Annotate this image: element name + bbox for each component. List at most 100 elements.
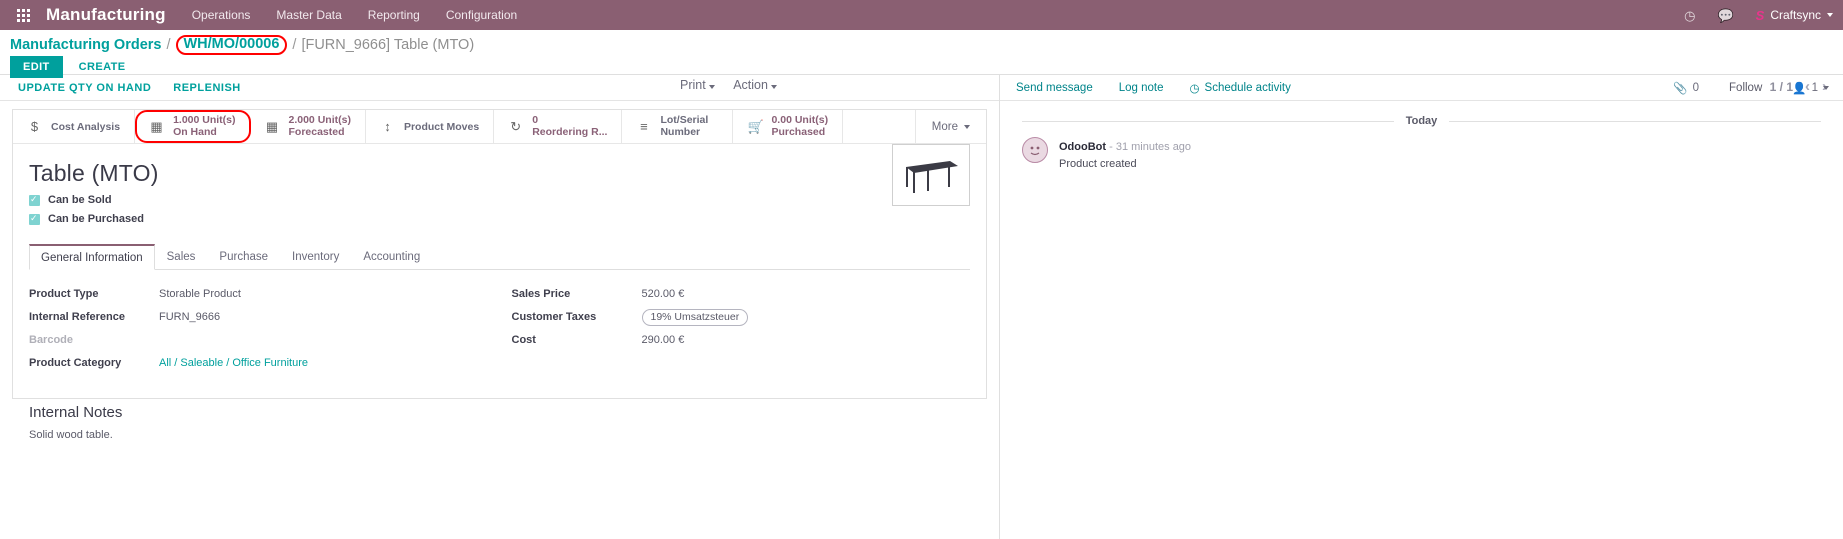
product-image[interactable] <box>892 144 970 206</box>
fields-left-column: Product Type Storable Product Internal R… <box>29 286 500 378</box>
control-panel: Manufacturing Orders / WH/MO/00006 / [FU… <box>0 30 1843 75</box>
menu-item-configuration[interactable]: Configuration <box>446 8 517 22</box>
caret-down-icon <box>771 85 777 89</box>
tab-accounting[interactable]: Accounting <box>351 244 432 270</box>
field-value[interactable]: 520.00 € <box>642 288 685 300</box>
field-value[interactable]: All / Saleable / Office Furniture <box>159 357 308 369</box>
breadcrumb: Manufacturing Orders / WH/MO/00006 / [FU… <box>10 30 1833 52</box>
stat-button-reordering-rules[interactable]: ↻ 0 Reordering R... <box>494 110 622 143</box>
tab-inventory[interactable]: Inventory <box>280 244 351 270</box>
menu-item-master-data[interactable]: Master Data <box>276 8 341 22</box>
message-author[interactable]: OdooBot <box>1059 141 1106 153</box>
caret-down-icon <box>964 125 970 129</box>
product-form-sheet: $ Cost Analysis ▦ 1.000 Unit(s) On Hand … <box>12 109 987 399</box>
shopping-cart-icon: 🛒 <box>747 120 762 133</box>
field-label: Sales Price <box>512 288 642 300</box>
fields-right-column: Sales Price 520.00 € Customer Taxes 19% … <box>500 286 971 378</box>
field-product-category: Product Category All / Saleable / Office… <box>29 355 500 371</box>
chatter-pane: Send message Log note ◷ Schedule activit… <box>1000 75 1843 539</box>
clock-icon: ◷ <box>1189 81 1199 95</box>
tab-sales[interactable]: Sales <box>155 244 208 270</box>
main-area: UPDATE QTY ON HAND REPLENISH $ Cost Anal… <box>0 75 1843 539</box>
stat-button-cost-analysis[interactable]: $ Cost Analysis <box>13 110 135 143</box>
field-internal-reference: Internal Reference FURN_9666 <box>29 309 500 325</box>
field-value[interactable]: FURN_9666 <box>159 311 220 323</box>
stat-text: 0.00 Unit(s) Purchased <box>771 115 828 138</box>
breadcrumb-current-record: [FURN_9666] Table (MTO) <box>301 37 474 53</box>
form-pane: UPDATE QTY ON HAND REPLENISH $ Cost Anal… <box>0 75 1000 539</box>
field-customer-taxes: Customer Taxes 19% Umsatzsteuer <box>512 309 971 325</box>
print-dropdown[interactable]: Print <box>680 78 715 92</box>
stat-label: Forecasted <box>289 127 351 139</box>
can-be-purchased-label: Can be Purchased <box>48 213 144 225</box>
field-value[interactable]: Storable Product <box>159 288 241 300</box>
main-menu: Operations Master Data Reporting Configu… <box>192 8 517 22</box>
stat-label: Purchased <box>771 127 828 139</box>
company-logo-icon: S <box>1756 8 1765 23</box>
stat-button-purchased[interactable]: 🛒 0.00 Unit(s) Purchased <box>733 110 843 143</box>
tax-tag[interactable]: 19% Umsatzsteuer <box>642 309 749 326</box>
field-label: Product Type <box>29 288 159 300</box>
breadcrumb-separator-2: / <box>292 37 296 53</box>
followers-button[interactable]: 👤 1 <box>1792 81 1829 95</box>
chat-bubble-icon[interactable]: 💬 <box>1717 9 1733 22</box>
breadcrumb-separator-1: / <box>166 37 170 53</box>
stat-value: 0.00 Unit(s) <box>771 115 828 127</box>
arrows-vertical-icon: ↕ <box>380 120 395 133</box>
stat-value: 1.000 Unit(s) <box>173 115 235 127</box>
follow-button[interactable]: Follow <box>1729 82 1762 94</box>
message-body: Product created <box>1059 158 1191 170</box>
log-note-button[interactable]: Log note <box>1119 82 1164 94</box>
stat-button-product-moves[interactable]: ↕ Product Moves <box>366 110 494 143</box>
user-menu[interactable]: S Craftsync <box>1756 8 1833 23</box>
stat-text: 1.000 Unit(s) On Hand <box>173 115 235 138</box>
stat-label: Lot/Serial Number <box>660 115 718 138</box>
apps-grid-icon[interactable] <box>0 9 46 22</box>
checkbox-can-be-sold[interactable] <box>29 195 40 206</box>
create-button[interactable]: CREATE <box>73 57 132 77</box>
action-dropdown[interactable]: Action <box>733 78 777 92</box>
schedule-activity-label: Schedule activity <box>1205 82 1291 94</box>
attachments-button[interactable]: 📎 0 <box>1673 81 1699 95</box>
field-label: Barcode <box>29 334 159 346</box>
form-body: Table (MTO) Can be Sold Can be Purchased… <box>13 144 986 441</box>
can-be-sold-label: Can be Sold <box>48 194 112 206</box>
robot-face-icon <box>1026 141 1044 159</box>
stat-button-lot-serial-number[interactable]: ≡ Lot/Serial Number <box>622 110 733 143</box>
field-value[interactable]: 290.00 € <box>642 334 685 346</box>
stat-button-bar: $ Cost Analysis ▦ 1.000 Unit(s) On Hand … <box>13 110 986 144</box>
stat-label: On Hand <box>173 127 235 139</box>
dollar-icon: $ <box>27 120 42 133</box>
can-be-purchased-row: Can be Purchased <box>29 213 970 225</box>
stat-more-dropdown[interactable]: More <box>915 110 986 143</box>
checkbox-can-be-purchased[interactable] <box>29 214 40 225</box>
can-be-sold-row: Can be Sold <box>29 194 970 206</box>
edit-button[interactable]: EDIT <box>10 56 63 78</box>
stat-text: 2.000 Unit(s) Forecasted <box>289 115 351 138</box>
stat-value: 0 <box>532 115 607 127</box>
chatter-toolbar-right: 📎 0 Follow 👤 1 <box>1673 81 1829 95</box>
stat-button-on-hand[interactable]: ▦ 1.000 Unit(s) On Hand <box>135 110 250 143</box>
breadcrumb-root[interactable]: Manufacturing Orders <box>10 37 161 53</box>
message-item: OdooBot - 31 minutes ago Product created <box>1000 127 1843 170</box>
navbar-right: ◷ 💬 S Craftsync <box>1684 8 1833 23</box>
send-message-button[interactable]: Send message <box>1016 82 1093 94</box>
day-separator: Today <box>1022 115 1821 127</box>
field-label: Product Category <box>29 357 159 369</box>
clock-icon[interactable]: ◷ <box>1684 9 1695 22</box>
tab-general-information[interactable]: General Information <box>29 244 155 270</box>
stat-text: 0 Reordering R... <box>532 115 607 138</box>
table-icon <box>900 153 962 197</box>
internal-notes-body[interactable]: Solid wood table. <box>29 429 970 441</box>
tab-purchase[interactable]: Purchase <box>207 244 280 270</box>
schedule-activity-button[interactable]: ◷ Schedule activity <box>1189 81 1290 95</box>
stat-button-forecasted[interactable]: ▦ 2.000 Unit(s) Forecasted <box>251 110 366 143</box>
replenish-button[interactable]: REPLENISH <box>173 82 240 94</box>
breadcrumb-mo-reference[interactable]: WH/MO/00006 <box>176 35 288 55</box>
menu-item-operations[interactable]: Operations <box>192 8 251 22</box>
field-sales-price: Sales Price 520.00 € <box>512 286 971 302</box>
message-content: OdooBot - 31 minutes ago Product created <box>1059 137 1191 170</box>
warehouse-icon: ▦ <box>265 120 280 133</box>
menu-item-reporting[interactable]: Reporting <box>368 8 420 22</box>
update-qty-on-hand-button[interactable]: UPDATE QTY ON HAND <box>18 82 151 94</box>
